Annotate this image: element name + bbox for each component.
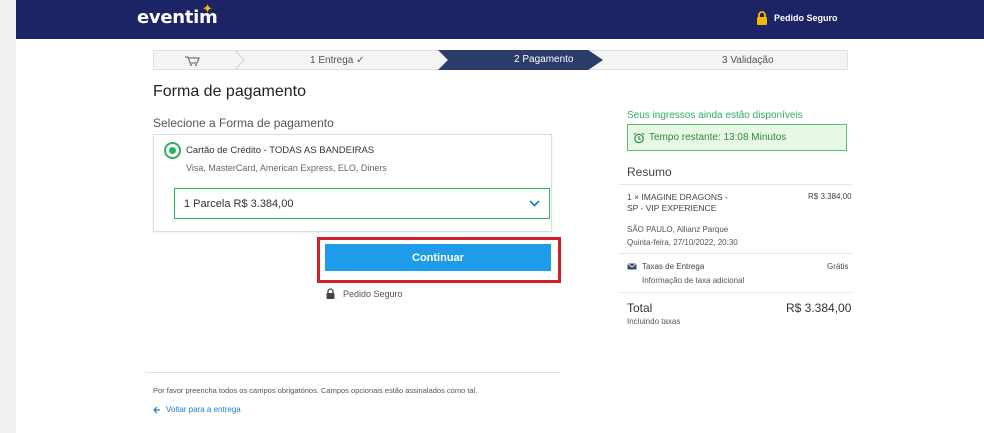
payment-option-card[interactable]: Cartão de Crédito - TODAS AS BANDEIRAS V… (153, 134, 552, 232)
check-icon: ✓ (356, 55, 365, 66)
payment-option-brands: Visa, MasterCard, American Express, ELO,… (186, 163, 387, 173)
back-link-label: Voltar para a entrega (166, 405, 241, 414)
total-value: R$ 3.384,00 (786, 301, 852, 315)
delivery-fee-row: Taxas de Entrega (627, 262, 704, 271)
step-separator-icon (234, 50, 245, 70)
event-venue: SÃO PAULO, Allianz Parque (627, 225, 729, 234)
additional-fee-info: Informação de taxa adicional (642, 276, 745, 285)
payment-subtitle: Selecione a Forma de pagamento (153, 116, 334, 130)
step-entrega-label: 1 Entrega (310, 55, 354, 66)
step-pagamento: 2 Pagamento (438, 50, 603, 70)
time-remaining-text: Tempo restante: 13:08 Minutos (649, 132, 787, 143)
step-validacao: 3 Validação (722, 55, 774, 66)
ticket-item-line1: 1 × IMAGINE DRAGONS - (627, 192, 728, 202)
delivery-fee-value: Grátis (827, 262, 849, 271)
page-title: Forma de pagamento (153, 83, 306, 100)
envelope-icon (627, 263, 637, 270)
continue-button[interactable]: Continuar (325, 244, 551, 271)
header-secure-label: Pedido Seguro (774, 13, 838, 23)
arrow-left-icon (153, 406, 160, 413)
chevron-down-icon (529, 200, 540, 207)
summary-divider (619, 292, 851, 293)
time-remaining-box: Tempo restante: 13:08 Minutos (627, 124, 847, 151)
cart-icon (185, 56, 200, 66)
event-venue-block: SÃO PAULO, Allianz Parque Quinta-feira, … (627, 223, 738, 249)
alarm-clock-icon (633, 132, 645, 143)
total-label: Total (627, 301, 653, 315)
ticket-item-name: 1 × IMAGINE DRAGONS - SP - VIP EXPERIENC… (627, 192, 767, 214)
checkout-stepper: 1 Entrega ✓ 2 Pagamento 3 Validação (153, 50, 848, 70)
secure-order-label: Pedido Seguro (343, 288, 403, 299)
ticket-item-price: R$ 3.384,00 (808, 192, 852, 201)
back-link[interactable]: Voltar para a entrega (153, 405, 241, 414)
ticket-item-line2: SP - VIP EXPERIENCE (627, 203, 717, 213)
payment-option-radio[interactable] (164, 142, 181, 159)
required-fields-note: Por favor preencha todos os campos obrig… (153, 386, 478, 395)
step-pagamento-label: 2 Pagamento (514, 54, 574, 65)
secure-order-note: Pedido Seguro (326, 288, 403, 299)
event-date: Quinta-feira, 27/10/2022, 20:30 (627, 238, 738, 247)
payment-option-title: Cartão de Crédito - TODAS AS BANDEIRAS (186, 145, 375, 156)
lock-icon (757, 11, 767, 25)
total-includes-fees: Incluindo taxas (627, 317, 681, 326)
lock-icon (326, 288, 335, 299)
delivery-fee-label: Taxas de Entrega (642, 262, 705, 271)
logo-star-icon: ✦ (202, 1, 213, 16)
summary-divider (619, 253, 851, 254)
summary-divider (619, 184, 851, 185)
header-secure-badge: Pedido Seguro (756, 11, 838, 25)
summary-heading: Resumo (627, 165, 672, 179)
footer-divider (145, 372, 560, 373)
installment-value: 1 Parcela R$ 3.384,00 (184, 198, 294, 210)
step-entrega[interactable]: 1 Entrega ✓ (310, 55, 365, 66)
installment-select[interactable]: 1 Parcela R$ 3.384,00 (174, 188, 550, 219)
availability-message: Seus ingressos ainda estão disponíveis (627, 110, 803, 121)
